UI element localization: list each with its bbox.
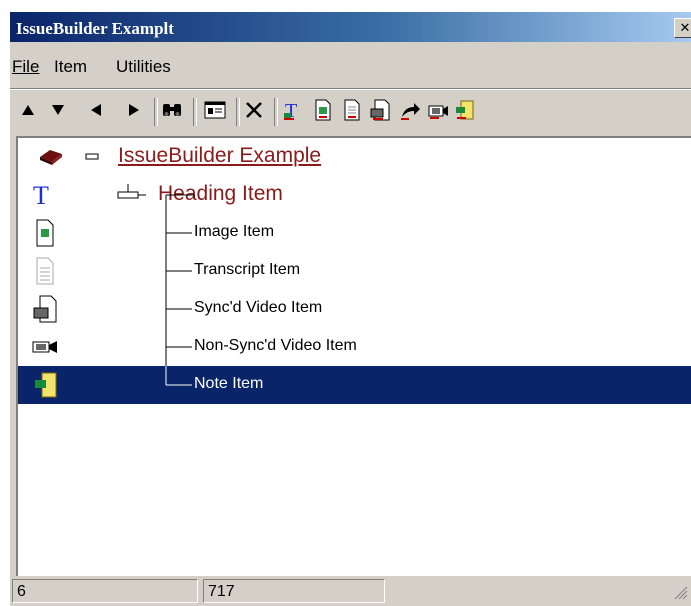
- menu-utilities[interactable]: Utilities: [116, 57, 171, 77]
- toolbar-separator: [236, 98, 240, 126]
- arrow-right-icon: [128, 103, 140, 122]
- properties-button[interactable]: [203, 99, 227, 125]
- status-bar: 6 717: [10, 574, 691, 606]
- toolbar-separator: [154, 98, 158, 126]
- properties-icon: [204, 100, 226, 125]
- arrow-down-icon: [51, 103, 65, 121]
- menu-item[interactable]: Item: [54, 57, 87, 77]
- menu-file[interactable]: File: [12, 57, 39, 77]
- delete-button[interactable]: [242, 99, 266, 125]
- resize-grip-icon[interactable]: [674, 586, 688, 600]
- menu-bar: File Item Utilities: [10, 42, 691, 88]
- menu-utilities-label: Utilities: [116, 57, 171, 76]
- move-left-button[interactable]: [84, 99, 108, 125]
- toolbar-separator: [193, 98, 197, 126]
- menu-item-label: Item: [54, 57, 88, 76]
- tree-view[interactable]: IssueBuilder Example T Heading Item Imag…: [16, 136, 691, 576]
- synced-video-icon: [369, 99, 391, 126]
- menu-file-label: File: [12, 57, 40, 76]
- add-non-synced-video-button[interactable]: [426, 99, 450, 125]
- toolbar-separator: [274, 98, 278, 126]
- app-window: IssueBuilder Examplt ✕ File Item Utiliti…: [10, 12, 691, 606]
- add-image-button[interactable]: [311, 99, 335, 125]
- window-title: IssueBuilder Examplt: [16, 19, 174, 38]
- toolbar: T: [10, 89, 691, 136]
- add-heading-button[interactable]: T: [280, 99, 304, 125]
- transcript-icon: [343, 99, 361, 126]
- status-panel-count: 6: [12, 579, 198, 603]
- tree-connector-lines: [85, 153, 195, 386]
- note-icon: [453, 99, 475, 126]
- image-icon: [314, 99, 332, 126]
- add-link-button[interactable]: [398, 99, 422, 125]
- binoculars-icon: [161, 101, 183, 124]
- heading-icon: T: [282, 99, 302, 126]
- find-button[interactable]: [160, 99, 184, 125]
- arrow-up-icon: [21, 103, 35, 121]
- arrow-left-icon: [90, 103, 102, 122]
- add-synced-video-button[interactable]: [368, 99, 392, 125]
- add-transcript-button[interactable]: [340, 99, 364, 125]
- close-button[interactable]: ✕: [674, 18, 691, 38]
- title-bar[interactable]: IssueBuilder Examplt ✕: [10, 12, 691, 42]
- add-note-button[interactable]: [452, 99, 476, 125]
- link-arrow-icon: [399, 100, 421, 125]
- non-synced-video-icon: [427, 100, 449, 125]
- move-down-button[interactable]: [46, 99, 70, 125]
- move-up-button[interactable]: [16, 99, 40, 125]
- delete-icon: [244, 100, 264, 125]
- move-right-button[interactable]: [122, 99, 146, 125]
- status-panel-size: 717: [203, 579, 385, 603]
